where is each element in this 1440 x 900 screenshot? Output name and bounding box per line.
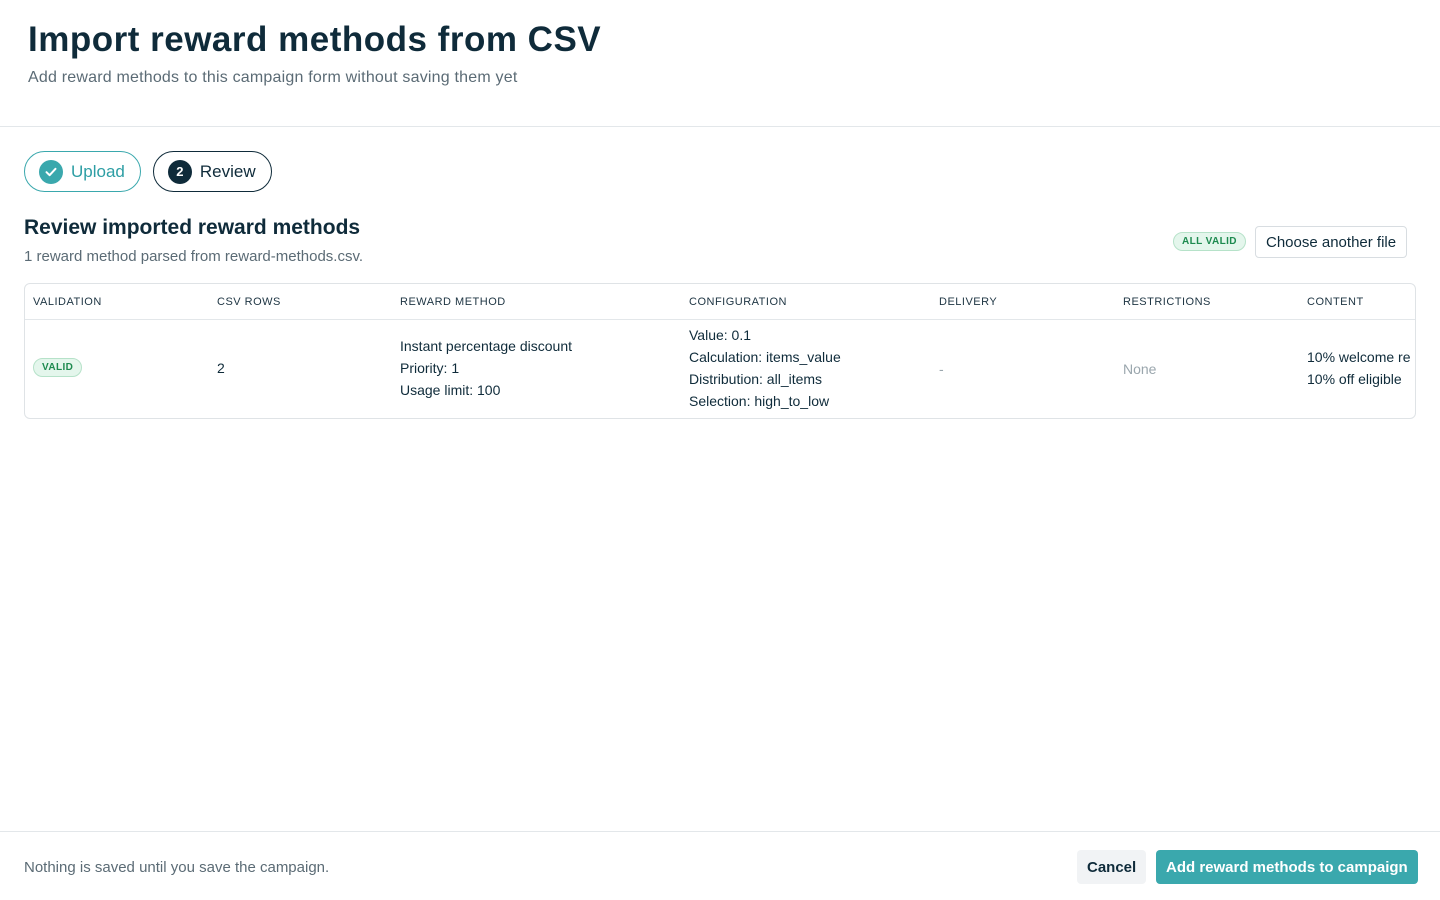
configuration-cell: Value: 0.1 Calculation: items_value Dist… <box>689 324 841 412</box>
step-review-label: Review <box>199 161 256 181</box>
column-header-reward-method: REWARD METHOD <box>400 296 506 308</box>
csv-rows-cell: 2 <box>217 360 225 376</box>
step-number: 2 <box>167 159 192 184</box>
column-header-csv-rows: CSV ROWS <box>217 296 281 308</box>
reward-methods-table: VALIDATION CSV ROWS REWARD METHOD CONFIG… <box>24 283 1416 419</box>
step-upload-label: Upload <box>71 161 125 181</box>
table-row[interactable]: VALID 2 Instant percentage discount Prio… <box>25 320 1415 418</box>
reward-method-priority: Priority: 1 <box>400 360 460 376</box>
reward-method-name: Instant percentage discount <box>400 338 573 354</box>
column-header-restrictions: RESTRICTIONS <box>1123 296 1211 308</box>
step-review[interactable]: 2 Review <box>152 151 272 192</box>
table-header: VALIDATION CSV ROWS REWARD METHOD CONFIG… <box>25 284 1415 320</box>
step-upload[interactable]: Upload <box>24 151 141 192</box>
dialog-footer: Nothing is saved until you save the camp… <box>0 831 1440 900</box>
validation-badge: VALID <box>33 358 83 377</box>
check-icon <box>39 159 63 184</box>
footer-note: Nothing is saved until you save the camp… <box>24 859 330 876</box>
content-cell: 10% welcome re 10% off eligible <box>1307 346 1411 390</box>
stepper: Upload 2 Review <box>24 151 272 192</box>
column-header-delivery: DELIVERY <box>939 296 998 308</box>
config-value: Value: 0.1 <box>689 327 752 343</box>
delivery-cell: - <box>939 361 944 377</box>
column-header-content: CONTENT <box>1307 296 1364 308</box>
dialog-header: Import reward methods from CSV Add rewar… <box>0 0 1440 127</box>
config-distribution: Distribution: all_items <box>689 371 823 387</box>
config-selection: Selection: high_to_low <box>689 393 830 409</box>
restrictions-cell: None <box>1123 361 1157 377</box>
content-line-1: 10% welcome re <box>1307 349 1411 365</box>
parse-summary: 1 reward method parsed from reward-metho… <box>24 248 364 265</box>
cancel-button[interactable]: Cancel <box>1077 850 1147 884</box>
config-calculation: Calculation: items_value <box>689 349 841 365</box>
reward-method-cell: Instant percentage discount Priority: 1 … <box>400 335 572 401</box>
section-title: Review imported reward methods <box>24 216 361 239</box>
column-header-configuration: CONFIGURATION <box>689 296 787 308</box>
page-title: Import reward methods from CSV <box>28 20 602 59</box>
column-header-validation: VALIDATION <box>33 296 102 308</box>
reward-method-usage-limit: Usage limit: 100 <box>400 382 501 398</box>
content-line-2: 10% off eligible <box>1307 371 1402 387</box>
add-reward-methods-button[interactable]: Add reward methods to campaign <box>1156 850 1418 884</box>
choose-another-file-button[interactable]: Choose another file <box>1255 226 1408 258</box>
page-subtitle: Add reward methods to this campaign form… <box>28 69 518 86</box>
all-valid-badge: ALL VALID <box>1173 232 1246 251</box>
